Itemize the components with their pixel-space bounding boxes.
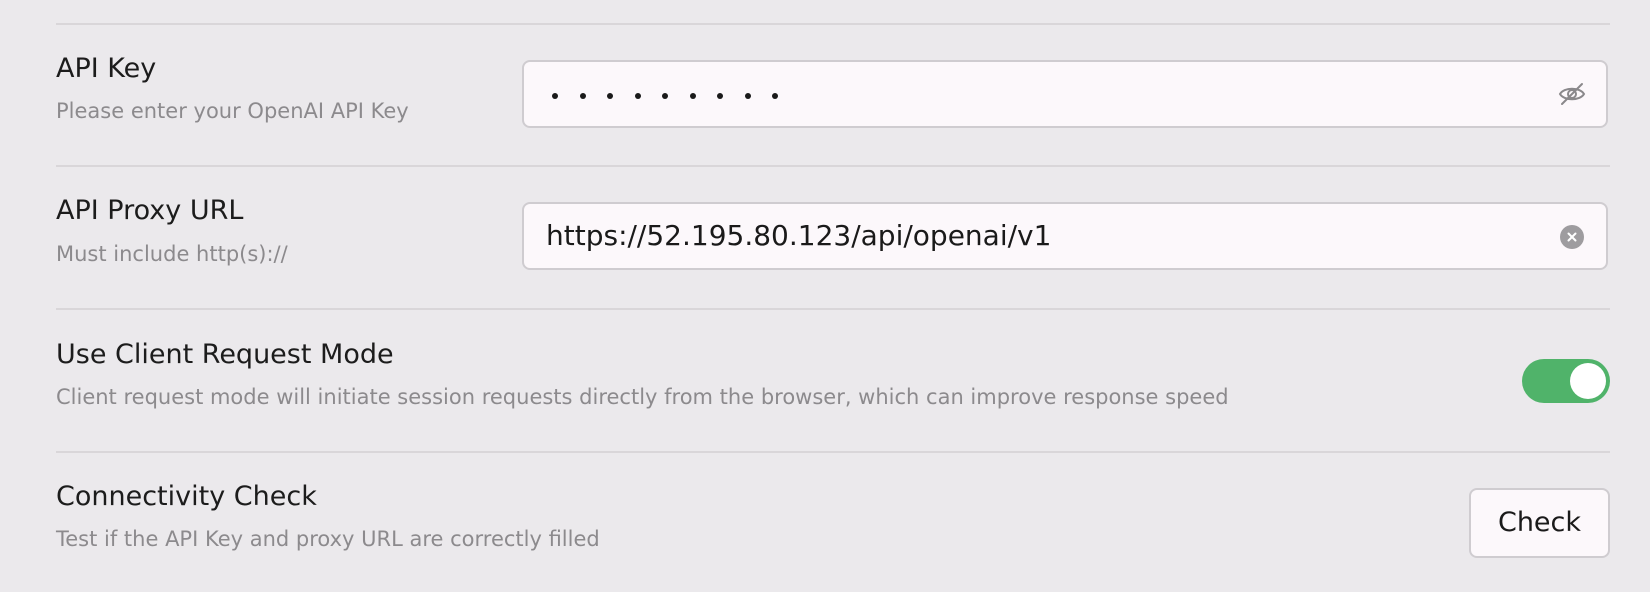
check-button[interactable]: Check xyxy=(1469,488,1610,558)
connectivity-setting: Connectivity Check Test if the API Key a… xyxy=(56,451,1610,592)
api-key-setting: API Key Please enter your OpenAI API Key xyxy=(56,23,1610,165)
clear-icon[interactable] xyxy=(1560,225,1584,249)
connectivity-description: Test if the API Key and proxy URL are co… xyxy=(56,527,600,551)
proxy-url-input[interactable]: https://52.195.80.123/api/openai/v1 xyxy=(522,202,1608,270)
client-mode-description: Client request mode will initiate sessio… xyxy=(56,385,1229,409)
proxy-url-setting: API Proxy URL Must include http(s):// ht… xyxy=(56,165,1610,308)
password-dot xyxy=(717,93,723,99)
password-dot xyxy=(579,93,586,99)
password-dot xyxy=(772,93,778,99)
client-mode-toggle[interactable] xyxy=(1522,359,1610,403)
password-dot xyxy=(607,93,613,99)
proxy-url-value: https://52.195.80.123/api/openai/v1 xyxy=(546,219,1052,252)
toggle-knob xyxy=(1570,363,1606,399)
password-dot xyxy=(744,93,751,99)
api-key-input[interactable] xyxy=(522,60,1608,128)
client-mode-title: Use Client Request Mode xyxy=(56,339,394,370)
password-dot xyxy=(634,93,641,99)
proxy-url-title: API Proxy URL xyxy=(56,195,244,226)
eye-off-icon[interactable] xyxy=(1558,82,1586,106)
api-key-description: Please enter your OpenAI API Key xyxy=(56,99,409,123)
connectivity-title: Connectivity Check xyxy=(56,481,317,512)
password-dot xyxy=(552,93,558,99)
client-mode-setting: Use Client Request Mode Client request m… xyxy=(56,308,1610,451)
password-dot xyxy=(662,93,668,99)
proxy-url-description: Must include http(s):// xyxy=(56,242,288,266)
api-key-title: API Key xyxy=(56,53,157,84)
password-dot xyxy=(689,93,696,99)
